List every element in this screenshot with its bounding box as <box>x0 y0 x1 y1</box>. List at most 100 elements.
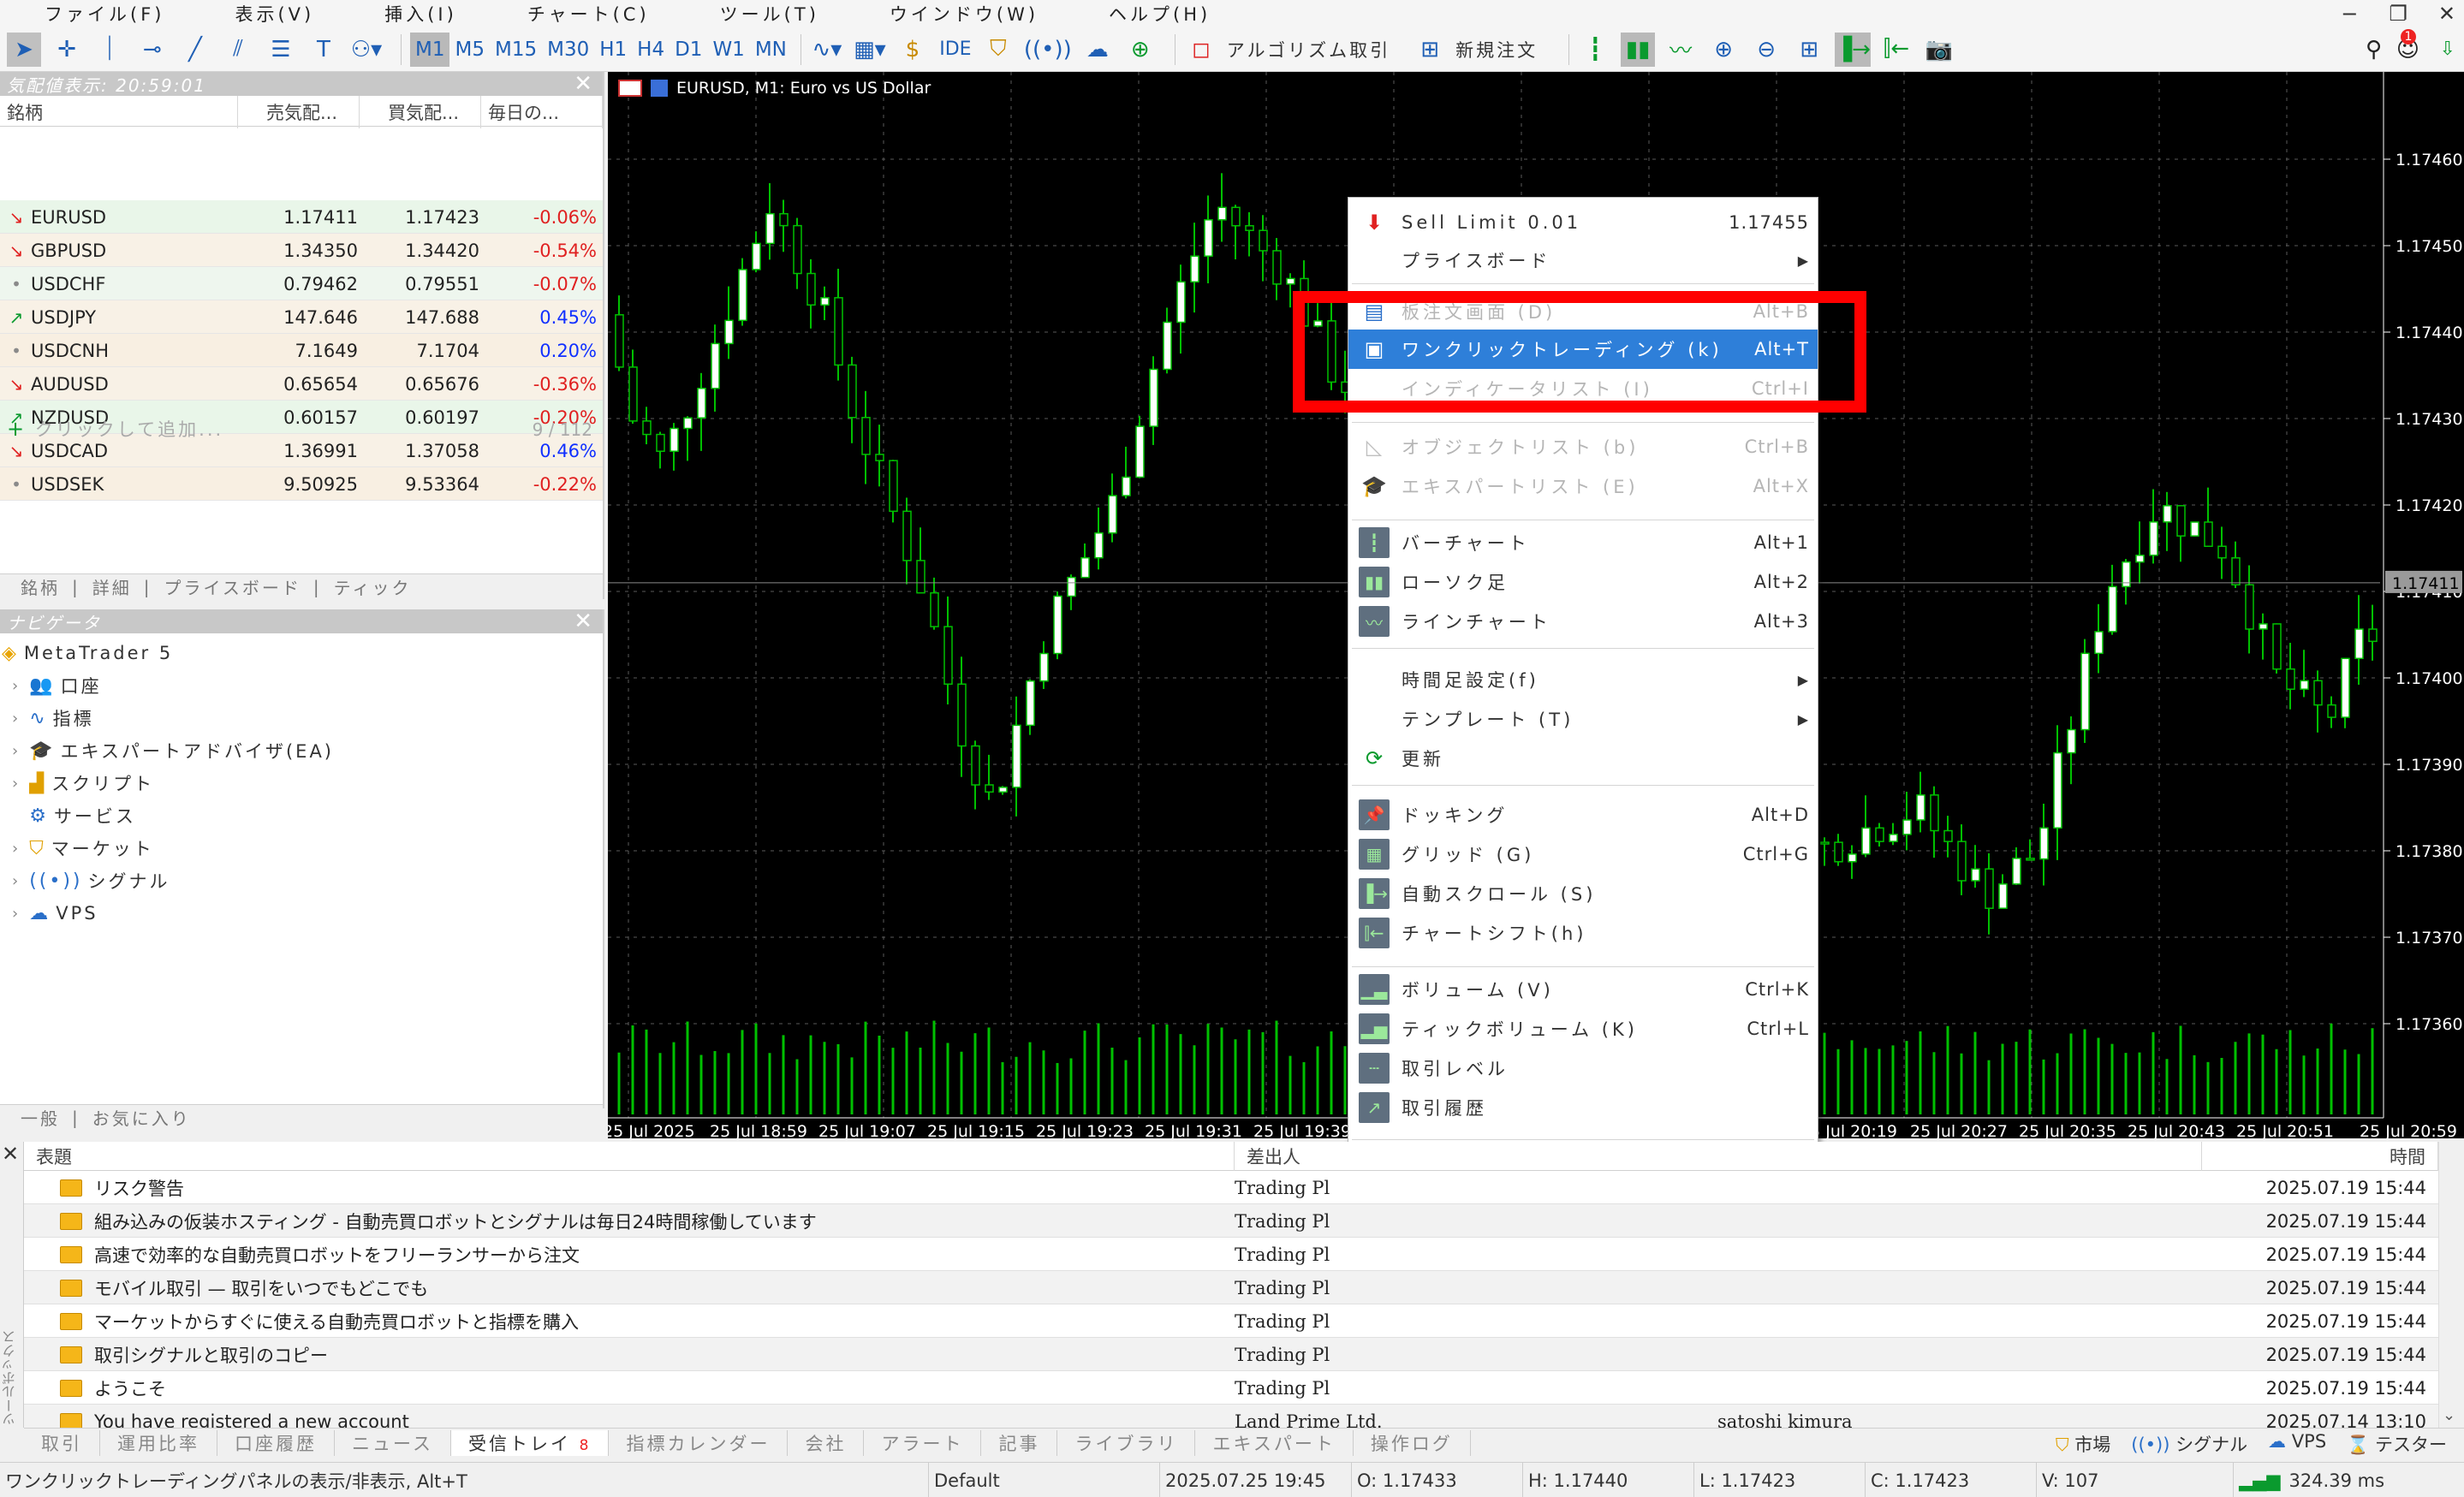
nav-item-accounts[interactable]: › 👥 口座 <box>12 669 102 702</box>
new-order-icon[interactable]: ⊞ <box>1413 33 1447 67</box>
ctx-item-tickvolume[interactable]: ▂▅ ティックボリューム (K) Ctrl+L <box>1348 1009 1818 1048</box>
close-icon[interactable]: ✕ <box>574 609 594 634</box>
shapes-icon[interactable]: ⚇▾ <box>349 33 384 67</box>
toolbox-tab[interactable]: アラート <box>864 1429 982 1456</box>
ctx-item-line-chart[interactable]: 〰ラインチャート Alt+3 <box>1348 602 1818 641</box>
signals-shortcut[interactable]: ((•)) シグナル <box>2131 1431 2247 1457</box>
chevron-right-icon[interactable]: › <box>12 872 21 890</box>
new-order-button[interactable]: 新規注文 <box>1455 37 1538 62</box>
menu-help[interactable]: ヘルプ(H) <box>1109 1 1211 27</box>
menu-insert[interactable]: 挿入(I) <box>384 1 457 27</box>
tab-priceboard[interactable]: プライスボード <box>164 574 301 599</box>
vertical-line-icon[interactable]: ⏐ <box>92 33 127 67</box>
indicators-icon[interactable]: ∿▾ <box>810 33 844 67</box>
market-icon[interactable]: ⛉ <box>981 33 1015 67</box>
close-icon[interactable]: ✕ <box>2 1142 19 1166</box>
toolbox-tab[interactable]: 取引 <box>24 1429 100 1456</box>
inbox-row[interactable]: ようこそ Trading Pl 2025.07.19 15:44 <box>24 1371 2438 1405</box>
search-icon[interactable]: ⚲ <box>2366 37 2382 62</box>
ctx-item-entry-10[interactable]: 時間足設定(f) ▶ <box>1348 660 1818 699</box>
timeframe-m5[interactable]: M5 <box>449 33 489 67</box>
dollar-icon[interactable]: $ <box>896 33 930 67</box>
col-from[interactable]: 差出人 <box>1235 1142 2202 1171</box>
tab-symbols[interactable]: 銘柄 <box>21 574 60 599</box>
ctx-item-grid[interactable]: ▦ グリッド (G) Ctrl+G <box>1348 835 1818 874</box>
inbox-row[interactable]: 高速で効率的な自動売買ロボットをフリーランサーから注文 Trading Pl 202… <box>24 1238 2438 1271</box>
bar-chart-icon[interactable]: ┇ <box>1578 33 1612 67</box>
autoscroll-icon[interactable]: ▐→ <box>1835 32 1871 67</box>
toolbox-tab[interactable]: 指標カレンダー <box>609 1429 789 1456</box>
text-icon[interactable]: T <box>307 33 341 67</box>
market-shortcut[interactable]: ⛉ 市場 <box>2056 1431 2110 1457</box>
tile-windows-icon[interactable]: ⊞ <box>1792 33 1826 67</box>
market-watch-row[interactable]: • USDCHF 0.79462 0.79551 -0.07% <box>0 267 603 300</box>
inbox-row[interactable]: 組み込みの仮装ホスティング - 自動売買ロボットとシグナルは毎日24時間稼働して… <box>24 1204 2438 1238</box>
menu-tools[interactable]: ツール(T) <box>720 1 819 27</box>
ctx-item-docking[interactable]: 📌 ドッキング Alt+D <box>1348 795 1818 835</box>
toolbox-tab[interactable]: ニュース <box>335 1429 451 1456</box>
market-watch-row[interactable]: ↘ EURUSD 1.17411 1.17423 -0.06% <box>0 200 603 234</box>
add-symbol-row[interactable]: + クリックして追加... <box>7 416 223 442</box>
toolbox-tab[interactable]: エキスパート <box>1195 1429 1354 1456</box>
line-chart-icon[interactable]: 〰 <box>1663 33 1698 67</box>
timeframe-m15[interactable]: M15 <box>490 33 542 67</box>
candle-chart-icon[interactable]: ▮▮ <box>1621 32 1656 67</box>
nav-item-signals[interactable]: › ((•)) シグナル <box>12 864 170 897</box>
col-ask[interactable]: 買気配... <box>360 96 481 128</box>
algo-trading-button[interactable]: アルゴリズム取引 <box>1227 37 1390 62</box>
inbox-row[interactable]: マーケットからすぐに使える自動売買ロボットと指標を購入 Trading Pl 202… <box>24 1304 2438 1338</box>
menu-file[interactable]: ファイル(F) <box>45 1 164 27</box>
nav-item-market[interactable]: › ⛉ マーケット <box>12 832 154 864</box>
col-change[interactable]: 毎日の... <box>481 96 603 128</box>
nav-root[interactable]: ◈ MetaTrader 5 <box>2 637 173 669</box>
col-time[interactable]: 時間 <box>2202 1142 2438 1171</box>
toolbox-tab[interactable]: 口座履歴 <box>217 1429 335 1456</box>
chevron-right-icon[interactable]: › <box>12 742 21 760</box>
inbox-row[interactable]: モバイル取引 — 取引をいつでもどこでも Trading Pl 2025.07.19… <box>24 1271 2438 1304</box>
col-bid[interactable]: 売気配... <box>238 96 360 128</box>
timeframe-h1[interactable]: H1 <box>594 33 632 67</box>
ctx-item-refresh[interactable]: ⟳ 更新 <box>1348 739 1818 778</box>
vps-icon[interactable]: ☁ <box>1080 33 1115 67</box>
col-symbol[interactable]: 銘柄 <box>0 96 238 128</box>
toolbox-scrollbar[interactable]: ⌄ <box>2438 1142 2464 1428</box>
zoom-out-icon[interactable]: ⊖ <box>1749 33 1783 67</box>
menu-window[interactable]: ウインドウ(W) <box>890 1 1039 27</box>
fibonacci-icon[interactable]: ☰ <box>264 33 298 67</box>
ctx-item-candle[interactable]: ▮▮ ローソク足 Alt+2 <box>1348 562 1818 602</box>
minimize-icon[interactable]: − <box>2341 2 2358 26</box>
ctx-item-history[interactable]: ↗ 取引履歴 <box>1348 1088 1818 1127</box>
inbox-row[interactable]: リスク警告 Trading Pl 2025.07.19 15:44 <box>24 1171 2438 1204</box>
ctx-item-autoscroll[interactable]: ▐→ 自動スクロール (S) <box>1348 874 1818 913</box>
scroll-down-icon[interactable]: ⌄ <box>2443 1406 2455 1424</box>
crosshair-icon[interactable]: ✛ <box>50 33 84 67</box>
nav-item-scripts[interactable]: › ▟ スクリプト <box>12 767 154 799</box>
market-watch-row[interactable]: ↗ USDJPY 147.646 147.688 0.45% <box>0 300 603 334</box>
trendline-icon[interactable]: ╱ <box>178 33 212 67</box>
market-watch-row[interactable]: • USDSEK 9.50925 9.53364 -0.22% <box>0 467 603 501</box>
ctx-item-volume[interactable]: ▁▃ ボリューム (V) Ctrl+K <box>1348 970 1818 1009</box>
close-icon[interactable]: ✕ <box>574 71 594 97</box>
screenshot-icon[interactable]: 📷 <box>1922 33 1956 67</box>
algo-trading-icon[interactable]: ◻ <box>1184 33 1218 67</box>
close-icon[interactable]: ✕ <box>2438 2 2455 26</box>
timeframe-h4[interactable]: H4 <box>632 33 670 67</box>
add-chart-icon[interactable]: ⊕ <box>1123 33 1158 67</box>
tab-favorites[interactable]: お気に入り <box>92 1105 191 1130</box>
channel-icon[interactable]: ⫽ <box>221 33 255 67</box>
ctx-item-bar-chart[interactable]: ┇ バーチャート Alt+1 <box>1348 523 1818 562</box>
chart-shift-icon[interactable]: ⫿← <box>1879 33 1913 67</box>
ctx-item-levels[interactable]: ┄ 取引レベル <box>1348 1048 1818 1088</box>
menu-view[interactable]: 表示(V) <box>235 1 314 27</box>
ctx-item-entry-1[interactable]: プライスボード ▶ <box>1348 241 1818 280</box>
restore-icon[interactable]: ❐ <box>2389 2 2407 26</box>
timeframe-w1[interactable]: W1 <box>707 33 749 67</box>
market-watch-row[interactable]: • USDCNH 7.1649 7.1704 0.20% <box>0 334 603 367</box>
menu-chart[interactable]: チャート(C) <box>527 1 650 27</box>
inbox-row[interactable]: 取引シグナルと取引のコピー Trading Pl 2025.07.19 15:44 <box>24 1338 2438 1371</box>
chevron-right-icon[interactable]: › <box>12 710 21 728</box>
level-icon[interactable]: ⇩ <box>2440 39 2455 60</box>
nav-item-services[interactable]: ›⚙サービス <box>12 799 136 832</box>
tab-general[interactable]: 一般 <box>21 1105 60 1130</box>
status-profile[interactable]: Default <box>928 1463 1159 1497</box>
